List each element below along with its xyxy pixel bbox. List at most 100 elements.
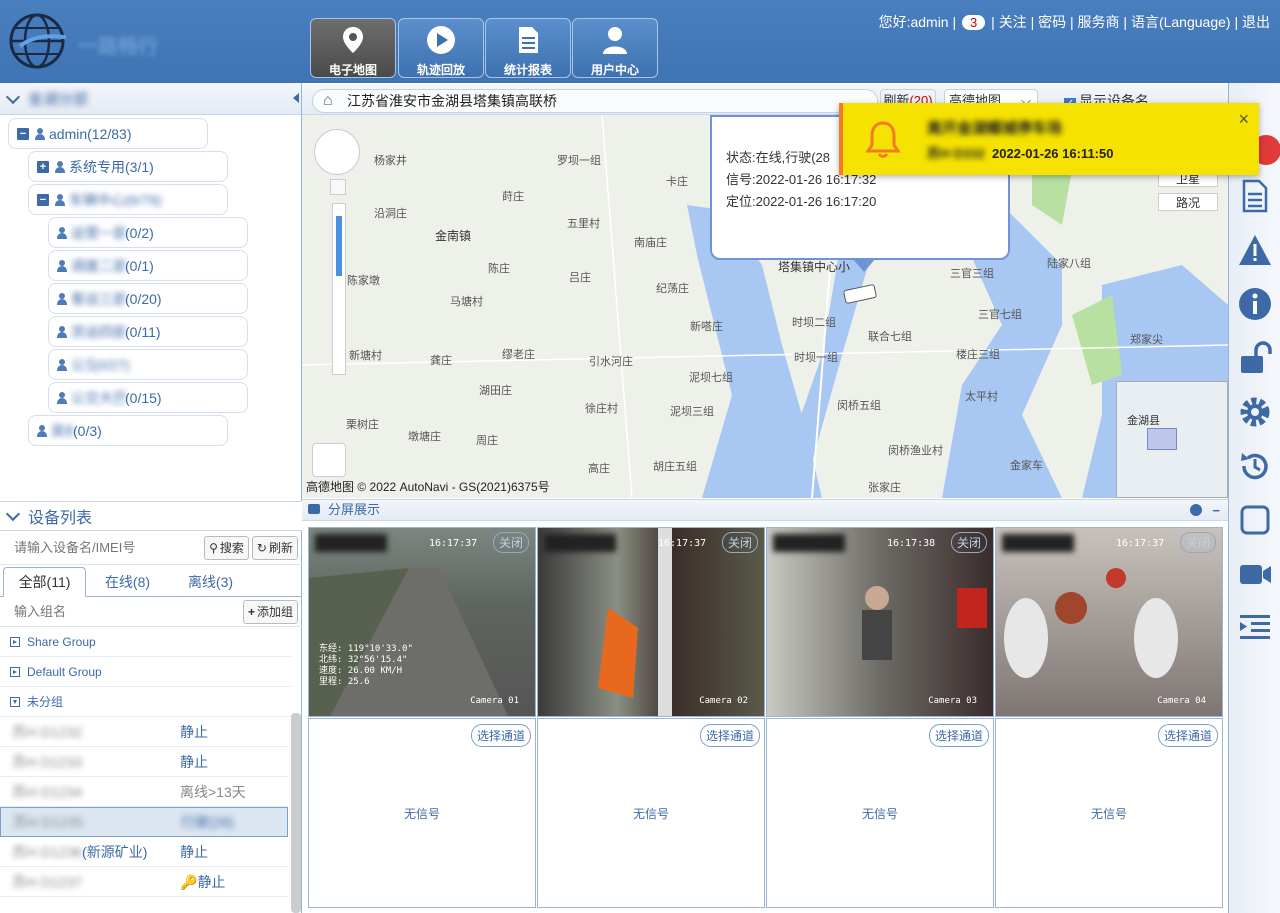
tree-node-dept[interactable]: 公交 (0/27) <box>48 349 248 380</box>
close-camera-button[interactable]: 关闭 <box>950 532 987 553</box>
map-place-label: 陆家八组 <box>1047 258 1091 270</box>
device-row[interactable]: 苏H·D1233 静止 <box>0 747 288 777</box>
zoom-slider[interactable] <box>332 203 346 375</box>
device-list-header[interactable]: 设备列表 <box>0 501 302 531</box>
map-place-label: 泥坝三组 <box>670 406 714 418</box>
device-row-selected[interactable]: 苏H·D1235 行驶(26) <box>0 807 288 837</box>
password-link[interactable]: 密码 <box>1038 14 1066 30</box>
tree-node-dept[interactable]: 公交大巴 (0/15) <box>48 382 248 413</box>
add-group-button[interactable]: + 添加组 <box>242 599 298 624</box>
document-icon[interactable] <box>1238 179 1272 213</box>
tab-all[interactable]: 全部(11) <box>3 567 86 597</box>
camera-timestamp: 16:17:37 <box>429 538 478 549</box>
close-alarm-button[interactable]: × <box>1238 109 1249 130</box>
follow-link[interactable]: 关注 <box>999 14 1027 30</box>
device-list-scrollbar[interactable] <box>291 713 301 913</box>
tree-node-dept[interactable]: 运营一部 (0/2) <box>48 217 248 248</box>
tree-node-admin[interactable]: − admin(12/83) <box>8 118 208 149</box>
collapse-icon[interactable]: − <box>37 193 49 206</box>
device-name: 苏H·D1232 <box>12 723 83 740</box>
select-channel-button[interactable]: 选择通道 <box>928 724 989 747</box>
refresh-button[interactable]: ↻ 刷新 <box>251 535 298 560</box>
map-pan-control[interactable] <box>314 129 360 175</box>
service-provider-link[interactable]: 服务商 <box>1078 14 1120 30</box>
tree-node-blurred-name: 运营一部 <box>71 224 125 241</box>
camera-view-2[interactable]: 16:17:37 关闭 Camera 02 <box>537 527 765 717</box>
map-place-label: 陈庄 <box>488 263 510 275</box>
org-panel-header[interactable]: 金湖分部 <box>0 83 301 115</box>
search-button[interactable]: ⚲ 搜索 <box>204 535 249 560</box>
notification-badge[interactable]: 3 <box>962 15 986 30</box>
language-link[interactable]: 语言(Language) <box>1131 14 1231 30</box>
list-indent-icon[interactable] <box>1238 611 1272 645</box>
group-ungrouped[interactable]: 未分组 <box>0 687 292 717</box>
bell-icon <box>865 121 901 158</box>
map-locate-button[interactable] <box>330 179 346 195</box>
device-row[interactable]: 苏H·D1234 离线>13天 <box>0 777 288 807</box>
nav-statistics-report[interactable]: 统计报表 <box>485 18 571 78</box>
tree-node-dept[interactable]: 货运四部 (0/11) <box>48 316 248 347</box>
user-icon <box>57 259 67 272</box>
expand-icon[interactable]: + <box>37 160 49 173</box>
logout-link[interactable]: 退出 <box>1242 14 1270 30</box>
minimap-viewport[interactable] <box>1147 428 1177 450</box>
minimize-icon[interactable]: − <box>1212 501 1220 521</box>
nav-user-center[interactable]: 用户中心 <box>572 18 658 78</box>
alarm-time: 2022-01-26 16:11:50 <box>992 146 1114 161</box>
home-icon[interactable]: ⌂ <box>323 90 333 112</box>
group-default[interactable]: Default Group <box>0 657 292 687</box>
tree-node-dept[interactable]: 调度二部 (0/1) <box>48 250 248 281</box>
right-toolbar <box>1228 83 1280 913</box>
warning-icon[interactable] <box>1238 233 1272 267</box>
camera-label: Camera 02 <box>699 696 748 706</box>
history-icon[interactable] <box>1238 449 1272 483</box>
traffic-toggle[interactable]: 路况 <box>1158 193 1218 211</box>
video-camera-icon[interactable] <box>1238 557 1272 591</box>
device-row[interactable]: 苏H·D1236(新源矿业) 静止 <box>0 837 288 867</box>
tab-offline[interactable]: 离线(3) <box>169 567 252 597</box>
device-name: 苏H·D1235 <box>13 814 84 830</box>
select-channel-button[interactable]: 选择通道 <box>699 724 760 747</box>
split-screen-title: 分屏展示 <box>328 502 381 517</box>
gear-icon[interactable] <box>1238 395 1272 429</box>
split-screen-header: 分屏展示 − <box>302 499 1228 521</box>
select-channel-button[interactable]: 选择通道 <box>1157 724 1218 747</box>
empty-channel-4: 选择通道 无信号 <box>995 718 1223 908</box>
tree-node-dept[interactable]: 客运三部 (0/20) <box>48 283 248 314</box>
tree-node-other[interactable]: 其他 (0/3) <box>28 415 228 446</box>
map-place-label: 新塘村 <box>349 350 382 362</box>
close-camera-button[interactable]: 关闭 <box>492 532 529 553</box>
camera-view-4[interactable]: 16:17:37 关闭 Camera 04 <box>995 527 1223 717</box>
empty-channel-2: 选择通道 无信号 <box>537 718 765 908</box>
user-bar: 您好:admin | 3 | 关注 | 密码 | 服务商 | 语言(Langua… <box>878 14 1270 30</box>
collapse-left-icon[interactable] <box>293 93 299 103</box>
map-place-label: 三官三组 <box>950 268 994 280</box>
device-status: 离线>13天 <box>180 783 246 800</box>
tree-node-vehicle-center[interactable]: − 车辆中心(6/79) <box>28 184 228 215</box>
nav-track-playback[interactable]: 轨迹回放 <box>398 18 484 78</box>
select-channel-button[interactable]: 选择通道 <box>470 724 531 747</box>
tree-node-system[interactable]: + 系统专用(3/1) <box>28 151 228 182</box>
square-icon[interactable] <box>1238 503 1272 537</box>
map-pin-icon <box>343 27 363 53</box>
unlock-icon[interactable] <box>1238 341 1272 375</box>
user-icon <box>37 424 47 437</box>
overview-minimap[interactable]: 金湖县 <box>1116 381 1228 498</box>
camera-view-3[interactable]: 16:17:38 关闭 Camera 03 <box>766 527 994 717</box>
group-name-input[interactable] <box>4 604 240 619</box>
play-icon[interactable] <box>1190 504 1202 516</box>
info-icon[interactable] <box>1238 287 1272 321</box>
map-layer-button[interactable] <box>312 443 346 477</box>
device-row[interactable]: 苏H·D1232 静止 <box>0 717 288 747</box>
collapse-icon[interactable]: − <box>17 127 29 140</box>
nav-electronic-map[interactable]: 电子地图 <box>310 18 396 78</box>
device-row[interactable]: 苏H·D1237 🔑静止 <box>0 867 288 897</box>
camera-view-1[interactable]: 16:17:37 关闭 东经: 119°10'33.0" 北纬: 32°56'15… <box>308 527 536 717</box>
map-place-label: 联合七组 <box>868 331 912 343</box>
device-tabs: 全部(11) 在线(8) 离线(3) <box>0 567 302 597</box>
close-camera-button[interactable]: 关闭 <box>1179 532 1216 553</box>
close-camera-button[interactable]: 关闭 <box>721 532 758 553</box>
tab-online[interactable]: 在线(8) <box>86 567 169 597</box>
group-share[interactable]: Share Group <box>0 627 292 657</box>
device-search-input[interactable] <box>4 533 202 562</box>
